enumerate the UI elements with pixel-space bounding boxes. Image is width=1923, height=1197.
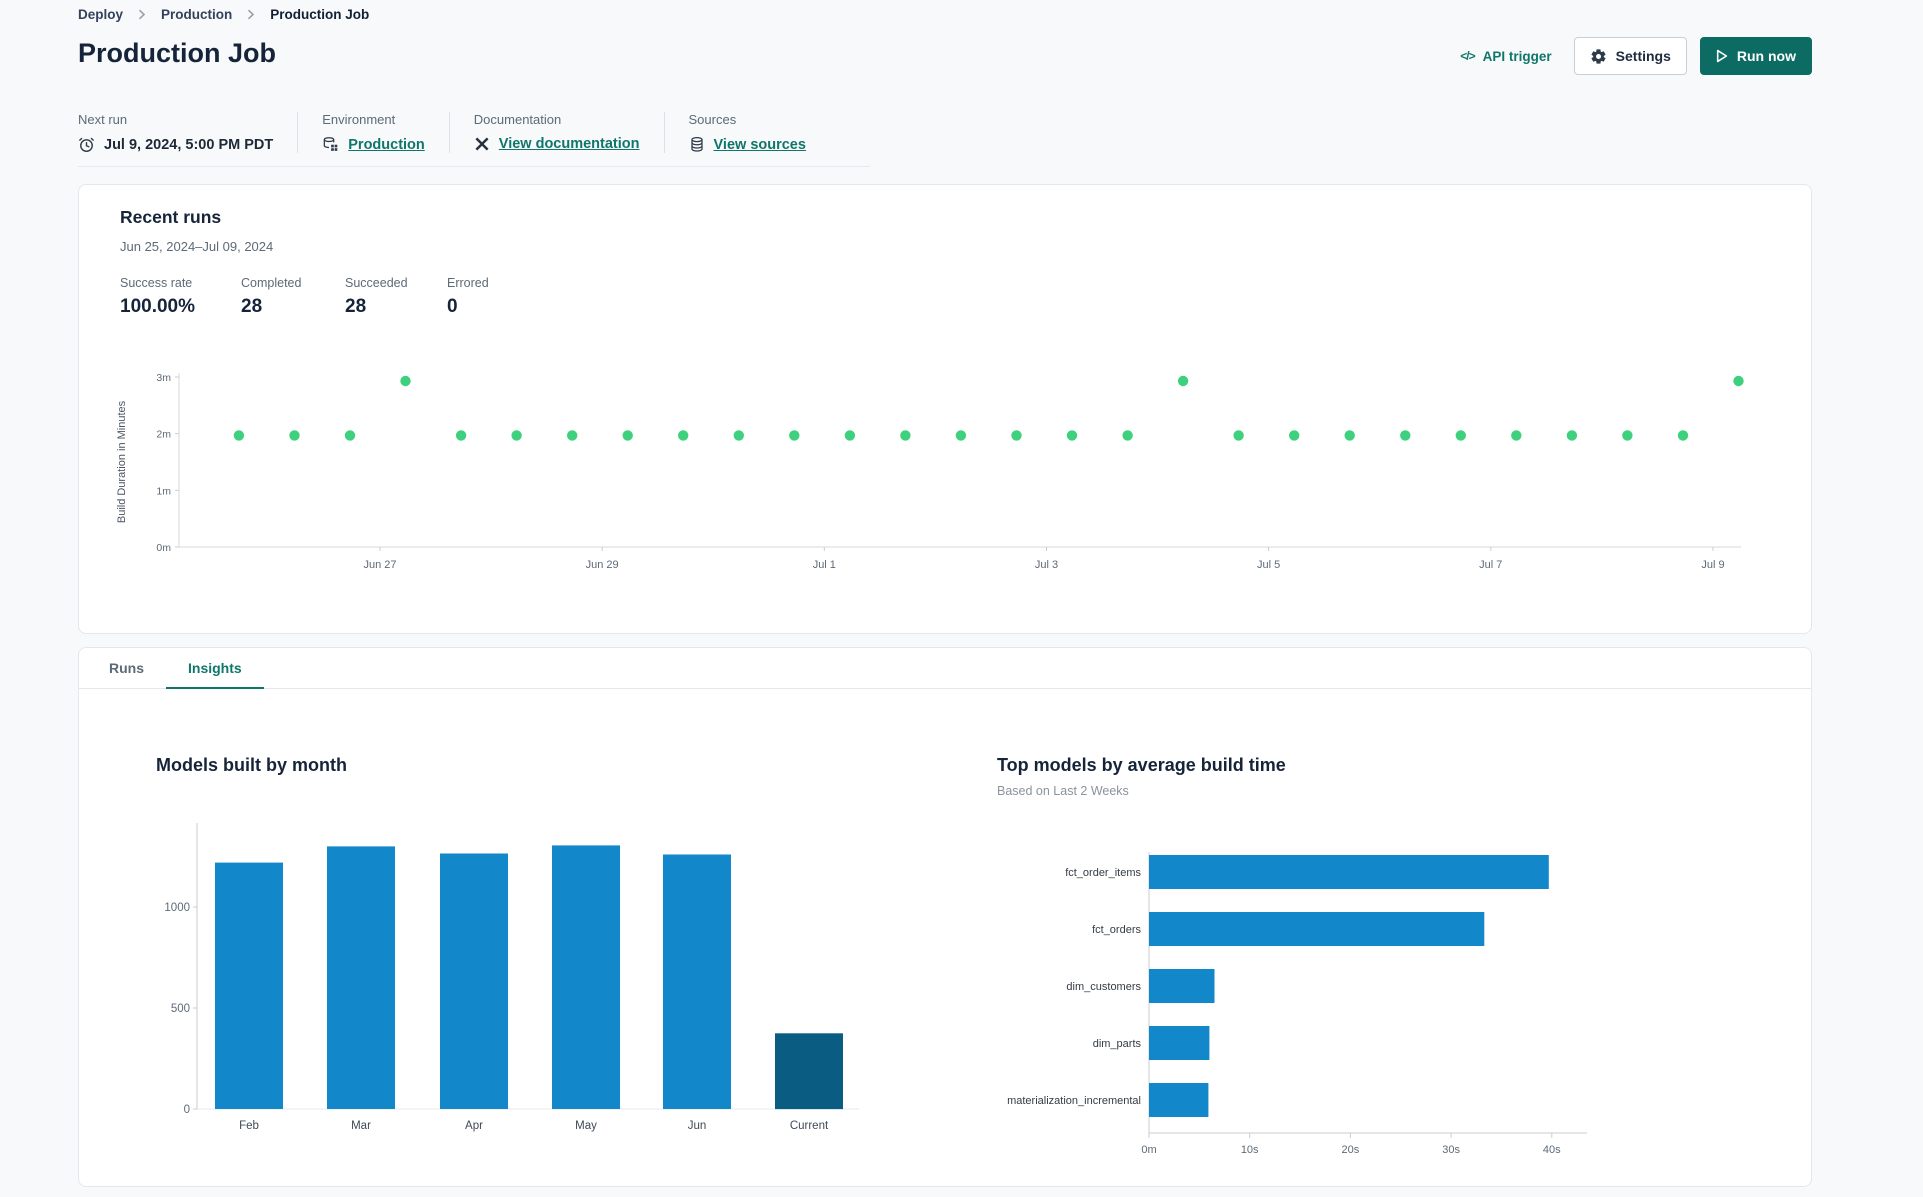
environment-section: Environment Production <box>322 112 450 153</box>
svg-text:30s: 30s <box>1442 1144 1460 1156</box>
breadcrumb-deploy[interactable]: Deploy <box>78 7 123 22</box>
tab-insights[interactable]: Insights <box>166 648 264 689</box>
svg-text:dim_customers: dim_customers <box>1066 981 1141 993</box>
svg-text:500: 500 <box>171 1003 190 1015</box>
svg-text:Feb: Feb <box>239 1120 259 1132</box>
top-models-subtitle: Based on Last 2 Weeks <box>997 784 1129 798</box>
svg-text:1m: 1m <box>156 485 171 497</box>
next-run-section: Next run Jul 9, 2024, 5:00 PM PDT <box>78 112 299 153</box>
svg-text:Jul 1: Jul 1 <box>813 559 836 571</box>
recent-runs-title: Recent runs <box>120 207 222 227</box>
svg-text:Jun 27: Jun 27 <box>363 559 396 571</box>
svg-text:40s: 40s <box>1543 1144 1561 1156</box>
top-models-chart: 0m 10s 20s 30s 40s fct_order_items fct_ordersd… <box>1007 852 1587 1156</box>
view-documentation-link[interactable]: View documentation <box>499 136 640 152</box>
job-info-bar: Next run Jul 9, 2024, 5:00 PM PDT Enviro… <box>78 112 870 167</box>
svg-text:Jun: Jun <box>688 1120 707 1132</box>
gear-icon <box>1590 48 1607 65</box>
models-by-month-title: Models built by month <box>156 755 347 775</box>
breadcrumb: Deploy Production Production Job <box>78 0 1812 22</box>
run-now-label: Run now <box>1736 48 1796 64</box>
recent-runs-card: Recent runs Jun 25, 2024–Jul 09, 2024 Su… <box>78 184 1812 634</box>
api-trigger-label: API trigger <box>1482 48 1552 64</box>
environment-link[interactable]: Production <box>348 137 425 153</box>
top-models-block: Top models by average build time Based o… <box>997 755 1813 1156</box>
run-now-button[interactable]: Run now <box>1699 37 1812 75</box>
chevron-right-icon <box>247 9 255 20</box>
svg-text:2m: 2m <box>156 429 171 441</box>
build-duration-scatter-chart: 0m 1m 2m 3m Build Duration in Minutes Jun 27 J… <box>116 372 1744 571</box>
svg-text:Jul 5: Jul 5 <box>1257 559 1280 571</box>
stat-completed: Completed 28 <box>241 276 302 317</box>
header-actions: </> API trigger Settings Run now <box>1460 37 1812 75</box>
environment-label: Environment <box>322 112 396 127</box>
next-run-label: Next run <box>78 112 128 127</box>
alarm-clock-icon <box>78 136 95 153</box>
svg-text:materialization_incremental: materialization_incremental <box>1007 1095 1141 1107</box>
top-models-title: Top models by average build time <box>997 755 1286 775</box>
environment-database-icon <box>322 136 339 153</box>
svg-text:0: 0 <box>184 1104 190 1116</box>
view-sources-link[interactable]: View sources <box>714 137 806 153</box>
svg-text:1000: 1000 <box>164 902 190 914</box>
recent-runs-stats: Success rate 100.00% Completed 28 Succee… <box>120 276 489 318</box>
page: Deploy Production Production Job Product… <box>78 0 1812 1197</box>
tab-runs[interactable]: Runs <box>87 648 166 689</box>
svg-text:fct_orders: fct_orders <box>1092 924 1141 936</box>
svg-text:10s: 10s <box>1241 1144 1259 1156</box>
svg-text:Mar: Mar <box>351 1120 371 1132</box>
svg-text:3m: 3m <box>156 372 171 384</box>
svg-text:dim_parts: dim_parts <box>1093 1038 1142 1050</box>
tab-bar: Runs Insights <box>79 648 1811 689</box>
breadcrumb-production-job: Production Job <box>270 7 370 22</box>
stat-errored: Errored 0 <box>447 276 489 317</box>
svg-text:Jul 3: Jul 3 <box>1035 559 1058 571</box>
code-icon: </> <box>1460 49 1475 63</box>
svg-text:Jul 7: Jul 7 <box>1479 559 1502 571</box>
svg-text:0m: 0m <box>1141 1144 1156 1156</box>
database-icon <box>689 136 705 153</box>
next-run-value: Jul 9, 2024, 5:00 PM PDT <box>104 136 274 153</box>
sources-label: Sources <box>688 112 737 127</box>
stat-succeeded: Succeeded 28 <box>345 276 408 317</box>
svg-text:Current: Current <box>790 1120 829 1132</box>
job-detail-card: Runs Insights Models built by month 0 500… <box>78 647 1812 1187</box>
svg-text:May: May <box>575 1120 597 1132</box>
models-by-month-block: Models built by month 0 500 1000 Feb Mar Apr M… <box>156 755 916 1132</box>
recent-runs-date-range: Jun 25, 2024–Jul 09, 2024 <box>120 239 274 254</box>
sources-section: Sources View sources <box>689 112 846 153</box>
svg-text:20s: 20s <box>1342 1144 1360 1156</box>
stat-success-rate: Success rate 100.00% <box>120 276 196 317</box>
svg-text:Jun 29: Jun 29 <box>586 559 619 571</box>
api-trigger-link[interactable]: </> API trigger <box>1460 49 1551 64</box>
svg-text:Build Duration in Minutes: Build Duration in Minutes <box>116 400 128 523</box>
play-icon <box>1716 49 1728 63</box>
settings-button[interactable]: Settings <box>1573 37 1687 75</box>
svg-text:0m: 0m <box>156 542 171 554</box>
dbt-logo-icon <box>474 136 490 152</box>
svg-text:Jul 9: Jul 9 <box>1701 559 1724 571</box>
documentation-section: Documentation View documentation <box>474 112 665 153</box>
documentation-label: Documentation <box>473 112 562 127</box>
breadcrumb-production[interactable]: Production <box>161 7 232 22</box>
svg-text:fct_order_items: fct_order_items <box>1065 867 1141 879</box>
settings-label: Settings <box>1615 48 1671 64</box>
svg-text:Apr: Apr <box>465 1120 483 1132</box>
chevron-right-icon <box>138 9 146 20</box>
models-by-month-chart: 0 500 1000 Feb Mar Apr May Jun Current <box>164 823 859 1132</box>
